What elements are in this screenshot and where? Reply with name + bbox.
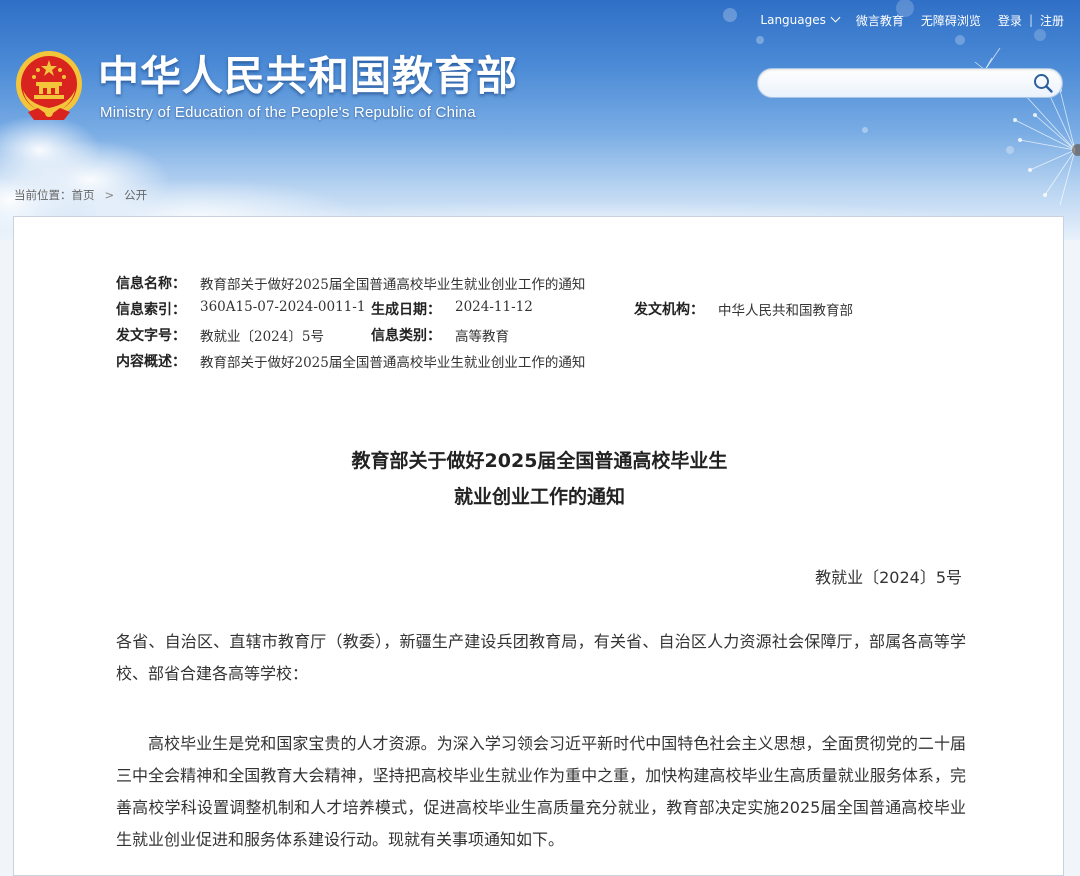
accessibility-link[interactable]: 无障碍浏览 [921,12,981,29]
meta-category-value: 高等教育 [455,329,509,345]
site-title[interactable]: 中华人民共和国教育部 [98,52,518,100]
search-box [757,68,1063,98]
meta-org-value: 中华人民共和国教育部 [718,303,853,319]
meta-docno-value: 教就业〔2024〕5号 [200,329,324,345]
top-navigation: Languages 微言教育 无障碍浏览 登录 | 注册 [760,10,1064,30]
search-icon[interactable] [1032,72,1054,94]
meta-summary-value: 教育部关于做好2025届全国普通高校毕业生就业创业工作的通知 [200,355,586,371]
document-title: 教育部关于做好2025届全国普通高校毕业生 就业创业工作的通知 [14,443,1065,515]
meta-date-value: 2024-11-12 [455,299,533,315]
breadcrumb-current-link[interactable]: 公开 [124,188,147,202]
meta-index-label: 信息索引： [116,302,186,318]
breadcrumb: 当前位置：首页 > 公开 [14,187,147,203]
meta-index-value: 360A15-07-2024-0011-1 [200,299,366,315]
breadcrumb-prefix: 当前位置： [14,188,72,202]
weiyan-link[interactable]: 微言教育 [856,12,904,29]
search-input[interactable] [772,73,1026,95]
meta-name-value: 教育部关于做好2025届全国普通高校毕业生就业创业工作的通知 [200,277,586,293]
meta-org-label: 发文机构： [634,302,704,318]
breadcrumb-arrow-icon: > [104,188,115,202]
languages-menu[interactable]: Languages [760,12,841,27]
nav-separator: | [1028,13,1033,27]
languages-label: Languages [760,13,826,27]
document-addressees: 各省、自治区、直辖市教育厅（教委），新疆生产建设兵团教育局，有关省、自治区人力资… [116,632,966,683]
site-title-english: Ministry of Education of the People's Re… [100,104,476,121]
login-link[interactable]: 登录 [998,12,1022,29]
meta-summary-label: 内容概述： [116,354,186,370]
breadcrumb-home-link[interactable]: 首页 [72,188,95,202]
meta-category-label: 信息类别： [371,328,441,344]
meta-date-label: 生成日期： [371,302,441,318]
document-number: 教就业〔2024〕5号 [815,568,962,587]
document-title-line1: 教育部关于做好2025届全国普通高校毕业生 [351,450,728,472]
meta-name-label: 信息名称： [116,276,186,292]
document-panel: 信息名称： 教育部关于做好2025届全国普通高校毕业生就业创业工作的通知 信息索… [13,216,1064,876]
document-title-line2: 就业创业工作的通知 [453,486,625,508]
document-paragraph: 高校毕业生是党和国家宝贵的人才资源。为深入学习领会习近平新时代中国特色社会主义思… [116,734,966,849]
register-link[interactable]: 注册 [1040,12,1064,29]
meta-docno-label: 发文字号： [116,328,186,344]
header-banner: 中华人民共和国教育部 Ministry of Education of the … [0,0,1080,240]
national-emblem-icon [16,51,82,120]
chevron-down-icon [830,12,841,23]
